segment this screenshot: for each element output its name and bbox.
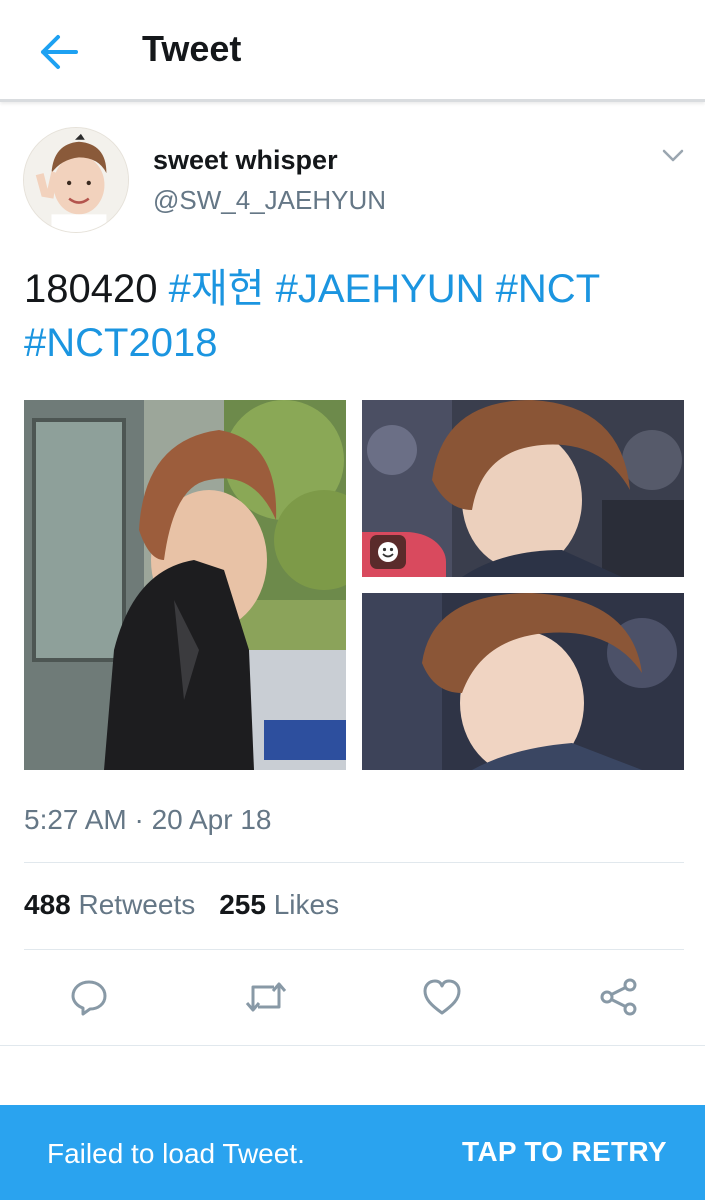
avatar-image	[24, 128, 128, 232]
back-button[interactable]	[30, 24, 86, 80]
avatar[interactable]	[23, 127, 129, 233]
arrow-left-icon	[41, 35, 78, 69]
retweets-stat[interactable]: 488 Retweets	[24, 889, 195, 920]
retry-button[interactable]: TAP TO RETRY	[462, 1136, 667, 1168]
divider	[24, 862, 684, 863]
chevron-down-icon	[662, 149, 684, 162]
tweet-options-button[interactable]	[658, 143, 688, 169]
hashtag-link[interactable]: #NCT2018	[24, 321, 217, 365]
tweet-photo-1[interactable]	[24, 400, 346, 770]
likes-label: Likes	[273, 889, 340, 920]
divider	[24, 949, 684, 950]
tweet-photo-3[interactable]	[362, 593, 684, 770]
hashtag-link[interactable]: #재현	[169, 267, 265, 311]
reply-icon	[71, 980, 107, 1016]
hashtag-link[interactable]: #NCT	[496, 267, 600, 311]
error-message: Failed to load Tweet.	[47, 1138, 305, 1169]
tweet-detail-screen: Tweet sweet whisper @SW_4_JAEHYUN 180420…	[0, 0, 705, 1200]
smiley-icon	[370, 535, 406, 569]
divider	[0, 1045, 705, 1046]
author-handle[interactable]: @SW_4_JAEHYUN	[153, 185, 386, 216]
tweet-timestamp[interactable]: 5:27 AM · 20 Apr 18	[24, 804, 272, 836]
heart-icon	[423, 979, 461, 1015]
page-title: Tweet	[142, 28, 242, 69]
tweet-text: 180420 #재현 #JAEHYUN #NCT #NCT2018	[24, 262, 684, 370]
share-button[interactable]	[597, 975, 641, 1019]
share-icon	[600, 978, 637, 1016]
top-app-bar: Tweet	[0, 0, 705, 102]
reply-button[interactable]	[67, 975, 111, 1019]
retweets-count: 488	[24, 889, 71, 920]
tweet-stats: 488 Retweets 255 Likes	[24, 889, 339, 921]
likes-count: 255	[219, 889, 266, 920]
photo-image	[362, 593, 684, 770]
likes-stat[interactable]: 255 Likes	[219, 889, 339, 920]
hashtag-link[interactable]: #JAEHYUN	[276, 267, 485, 311]
tweet-text-date: 180420	[24, 267, 158, 311]
photo-image	[24, 400, 346, 770]
like-button[interactable]	[420, 975, 464, 1019]
retweet-icon	[245, 982, 287, 1012]
retweet-button[interactable]	[244, 975, 288, 1019]
retweets-label: Retweets	[78, 889, 196, 920]
author-display-name[interactable]: sweet whisper	[153, 145, 338, 176]
